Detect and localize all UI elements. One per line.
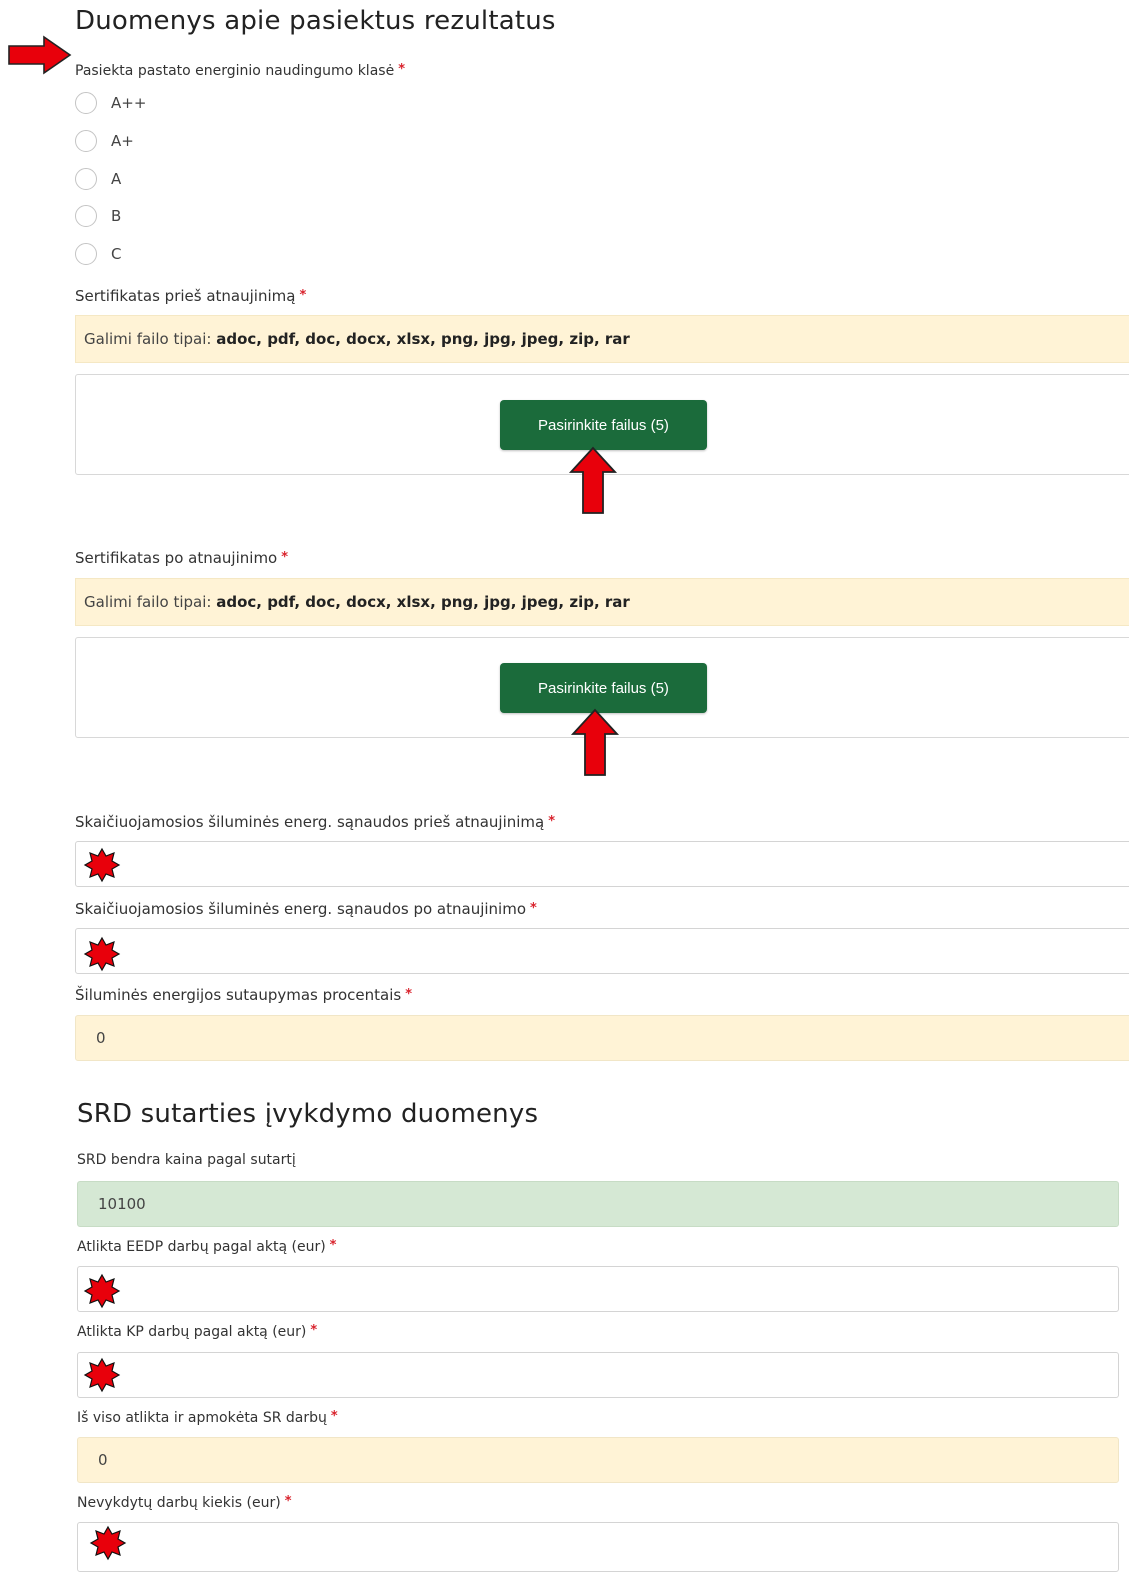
eedp-label: Atlikta EEDP darbų pagal aktą (eur) * (77, 1238, 337, 1255)
choose-files-button[interactable]: Pasirinkite failus (5) (500, 400, 707, 450)
heat-before-label: Skaičiuojamosios šiluminės energ. sąnaud… (75, 813, 556, 831)
red-star-icon (89, 1525, 127, 1561)
total-price-label: SRD bendra kaina pagal sutartį (77, 1152, 296, 1168)
energy-class-label: Pasiekta pastato energinio naudingumo kl… (75, 62, 405, 79)
heat-before-input[interactable] (75, 841, 1129, 887)
total-price-input: 10100 (77, 1181, 1119, 1227)
radio-button[interactable] (75, 130, 97, 152)
radio-button[interactable] (75, 243, 97, 265)
total-done-input: 0 (77, 1437, 1119, 1483)
heat-after-label: Skaičiuojamosios šiluminės energ. sąnaud… (75, 900, 537, 918)
radio-option-a-plus-plus[interactable]: A++ (75, 90, 146, 116)
radio-option-a[interactable]: A (75, 166, 121, 192)
savings-label: Šiluminės energijos sutaupymas procentai… (75, 986, 413, 1004)
total-done-label: Iš viso atlikta ir apmokėta SR darbų * (77, 1409, 338, 1426)
cert-before-label: Sertifikatas prieš atnaujinimą * (75, 287, 307, 305)
heat-after-input[interactable] (75, 928, 1129, 974)
savings-input: 0 (75, 1015, 1129, 1061)
red-arrow-icon (8, 35, 72, 75)
file-types-info: Galimi failo tipai: adoc, pdf, doc, docx… (75, 315, 1129, 363)
undone-label: Nevykdytų darbų kiekis (eur) * (77, 1494, 292, 1511)
eedp-input[interactable] (77, 1266, 1119, 1312)
section-title-results: Duomenys apie pasiektus rezultatus (75, 6, 556, 36)
kp-label: Atlikta KP darbų pagal aktą (eur) * (77, 1323, 318, 1340)
section-title-srd: SRD sutarties įvykdymo duomenys (77, 1099, 539, 1129)
red-star-icon (83, 1273, 121, 1309)
red-arrow-icon (568, 446, 618, 514)
red-star-icon (83, 847, 121, 883)
red-star-icon (83, 1357, 121, 1393)
red-star-icon (83, 936, 121, 972)
undone-input[interactable] (77, 1522, 1119, 1572)
radio-button[interactable] (75, 92, 97, 114)
radio-button[interactable] (75, 205, 97, 227)
radio-option-c[interactable]: C (75, 241, 121, 267)
radio-option-b[interactable]: B (75, 203, 121, 229)
choose-files-button[interactable]: Pasirinkite failus (5) (500, 663, 707, 713)
radio-button[interactable] (75, 168, 97, 190)
radio-option-a-plus[interactable]: A+ (75, 128, 134, 154)
cert-after-label: Sertifikatas po atnaujinimo * (75, 549, 289, 567)
kp-input[interactable] (77, 1352, 1119, 1398)
red-arrow-icon (570, 708, 620, 776)
file-types-info: Galimi failo tipai: adoc, pdf, doc, docx… (75, 578, 1129, 626)
